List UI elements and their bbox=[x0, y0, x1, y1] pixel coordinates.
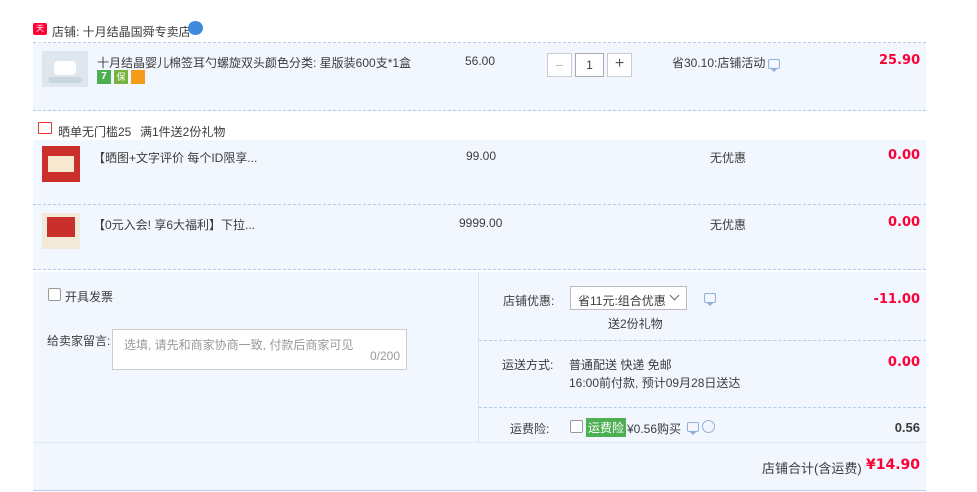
gift-promo: 无优惠 bbox=[710, 151, 747, 165]
shop-discount-row: 店铺优惠: 省11元:组合优惠 送2份礼物 -11.00 bbox=[479, 272, 926, 341]
discount-info-icon[interactable] bbox=[704, 293, 716, 306]
message-textarea[interactable]: 选填, 请先和商家协商一致, 付款后商家可见 0/200 bbox=[112, 329, 407, 370]
message-label: 给卖家留言: bbox=[47, 334, 111, 348]
gift-promo: 无优惠 bbox=[710, 218, 747, 232]
gift-header: 晒单无门槛25 满1件送2份礼物 bbox=[33, 120, 926, 140]
shipping-eta: 16:00前付款, 预计09月28日送达 bbox=[569, 376, 741, 390]
shop-total-label: 店铺合计(含运费) bbox=[762, 461, 862, 476]
shop-discount-label: 店铺优惠: bbox=[503, 294, 555, 308]
insurance-row: 运费险: 运费险 ¥0.56购买 0.56 bbox=[479, 408, 926, 442]
item-subtotal: 25.90 bbox=[879, 53, 921, 68]
gift-subtotal: 0.00 bbox=[888, 215, 921, 230]
item-discount: 省30.10:店铺活动 bbox=[672, 56, 766, 70]
gift-title[interactable]: 【0元入会! 享6大福利】下拉... bbox=[93, 216, 255, 233]
shop-discount-amount: -11.00 bbox=[873, 292, 920, 307]
quantity-increase-button[interactable]: + bbox=[607, 53, 632, 77]
insurance-price: ¥0.56购买 bbox=[627, 422, 682, 436]
shop-discount-note: 送2份礼物 bbox=[608, 317, 663, 331]
chevron-down-icon bbox=[669, 290, 680, 301]
left-options: 开具发票 给卖家留言: 选填, 请先和商家协商一致, 付款后商家可见 0/200 bbox=[33, 272, 479, 442]
gift-header-line1: 晒单无门槛25 bbox=[58, 125, 132, 139]
gift-icon bbox=[38, 122, 52, 134]
quantity-input[interactable]: 1 bbox=[575, 53, 604, 77]
guarantee-icon[interactable]: 保 bbox=[114, 70, 128, 84]
gift-thumbnail[interactable] bbox=[42, 213, 80, 249]
shop-name[interactable]: 店铺: 十月结晶国舜专卖店 bbox=[52, 23, 191, 40]
product-thumbnail[interactable] bbox=[42, 51, 88, 87]
product-title[interactable]: 十月结晶婴儿棉签耳勺螺旋双头... bbox=[97, 54, 275, 71]
gift-row: 【晒图+文字评价 每个ID限享... 99.00 无优惠 0.00 bbox=[33, 140, 926, 205]
shipping-label: 运送方式: bbox=[502, 358, 554, 372]
gift-title[interactable]: 【晒图+文字评价 每个ID限享... bbox=[93, 149, 257, 166]
gift-header-line2: 满1件送2份礼物 bbox=[140, 125, 226, 139]
seven-day-return-icon[interactable]: 7 bbox=[97, 70, 111, 84]
shop-total-bar: 店铺合计(含运费) ¥14.90 bbox=[33, 442, 926, 491]
shop-discount-selected: 省11元:组合优惠 bbox=[578, 294, 666, 308]
gift-price: 99.00 bbox=[466, 149, 497, 163]
insurance-chat-icon[interactable] bbox=[687, 422, 699, 435]
quantity-decrease-button[interactable]: − bbox=[547, 53, 572, 77]
shipping-method: 普通配送 快递 免邮 bbox=[569, 358, 672, 372]
invoice-checkbox[interactable] bbox=[48, 288, 61, 301]
tmall-badge-icon: 天猫 bbox=[33, 23, 47, 45]
message-placeholder: 选填, 请先和商家协商一致, 付款后商家可见 bbox=[124, 338, 354, 352]
insurance-amount: 0.56 bbox=[894, 420, 920, 435]
shipping-row: 运送方式: 普通配送 快递 免邮 16:00前付款, 预计09月28日送达 0.… bbox=[479, 341, 926, 408]
card-icon[interactable] bbox=[131, 70, 145, 84]
order-options-panel: 开具发票 给卖家留言: 选填, 请先和商家协商一致, 付款后商家可见 0/200… bbox=[33, 272, 926, 491]
gift-row: 【0元入会! 享6大福利】下拉... 9999.00 无优惠 0.00 bbox=[33, 205, 926, 270]
product-sku: 颜色分类: 星版装600支*1盒 bbox=[265, 56, 412, 70]
message-counter: 0/200 bbox=[369, 349, 400, 363]
shop-discount-select[interactable]: 省11元:组合优惠 bbox=[570, 286, 687, 310]
gift-subtotal: 0.00 bbox=[888, 148, 921, 163]
shipping-amount: 0.00 bbox=[887, 355, 920, 370]
help-icon[interactable] bbox=[702, 420, 715, 433]
gift-thumbnail[interactable] bbox=[42, 146, 80, 182]
shop-total-amount: ¥14.90 bbox=[865, 457, 920, 473]
unit-price: 56.00 bbox=[465, 54, 496, 68]
insurance-tag: 运费险 bbox=[586, 418, 627, 437]
discount-info-icon[interactable] bbox=[768, 59, 780, 72]
cart-item-row: 十月结晶婴儿棉签耳勺螺旋双头... 颜色分类: 星版装600支*1盒 7 保 5… bbox=[33, 43, 926, 111]
shop-header: 天猫 店铺: 十月结晶国舜专卖店 bbox=[33, 18, 926, 45]
invoice-label[interactable]: 开具发票 bbox=[65, 288, 113, 305]
insurance-checkbox[interactable] bbox=[570, 420, 583, 433]
gift-price: 9999.00 bbox=[459, 216, 503, 230]
insurance-label: 运费险: bbox=[510, 422, 550, 436]
chat-bubble-icon[interactable] bbox=[188, 21, 203, 35]
